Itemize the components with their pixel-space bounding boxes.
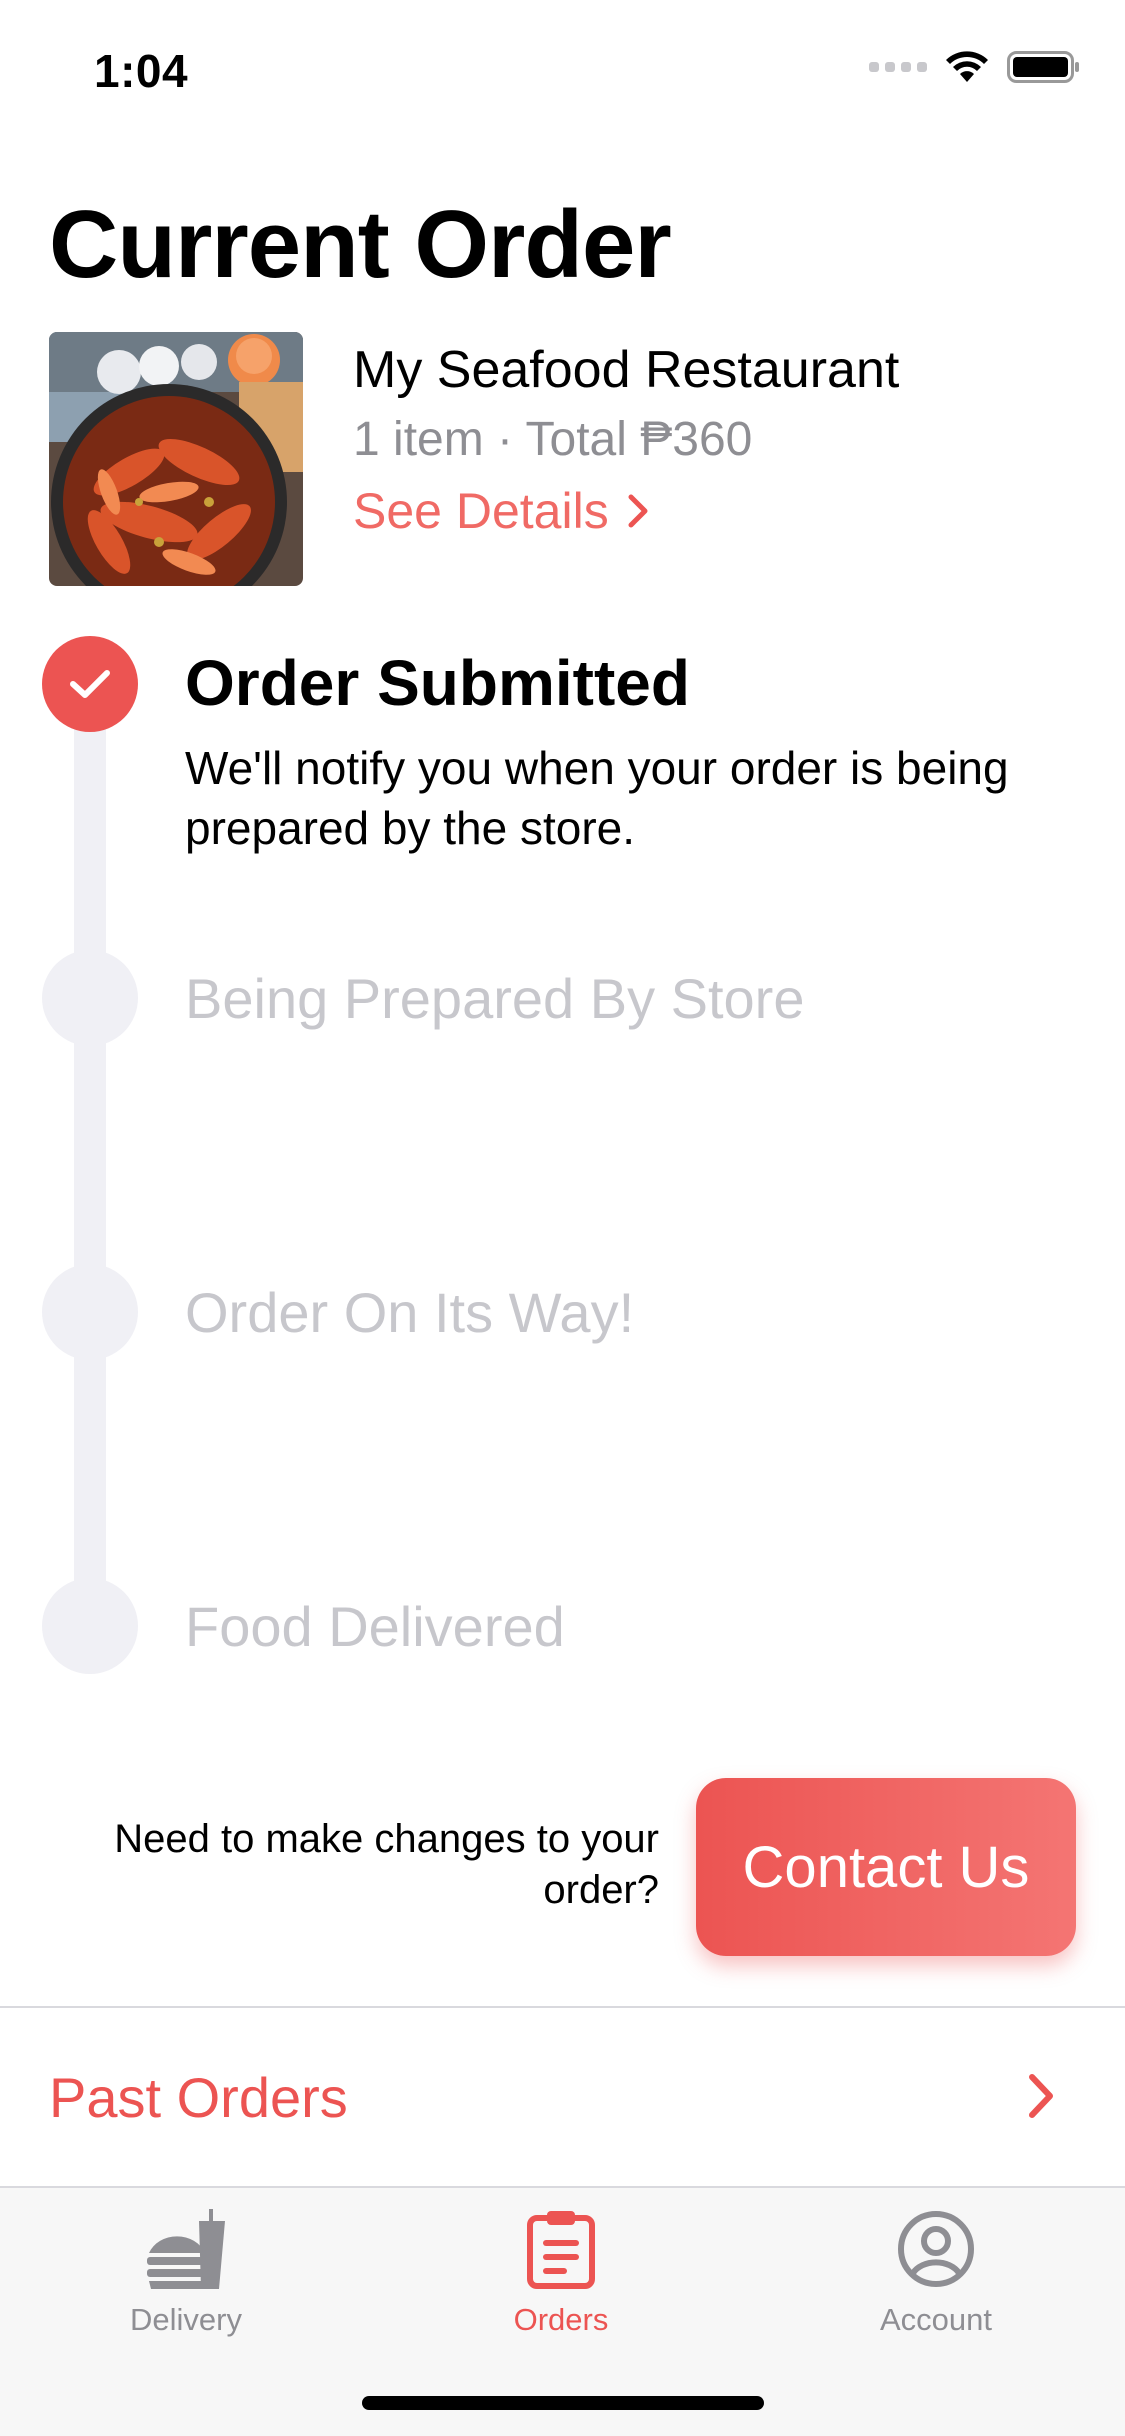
step-title-submitted: Order Submitted: [185, 647, 690, 719]
step-title-preparing: Being Prepared By Store: [185, 967, 805, 1030]
clipboard-icon: [516, 2206, 606, 2292]
see-details-label: See Details: [353, 483, 609, 539]
account-icon: [891, 2206, 981, 2292]
status-icons: [869, 50, 1081, 84]
wifi-icon: [946, 51, 988, 82]
tab-label: Account: [879, 2302, 992, 2337]
restaurant-food-image: [49, 332, 303, 586]
see-details-link[interactable]: See Details: [353, 482, 649, 540]
home-indicator[interactable]: [362, 2396, 764, 2410]
step-pending-dot: [42, 1264, 138, 1360]
page-title: Current Order: [49, 191, 672, 298]
chevron-right-icon: [628, 494, 648, 528]
status-bar: 1:04: [0, 0, 1125, 132]
tab-account[interactable]: Account: [806, 2206, 1066, 2356]
battery-icon: [1007, 51, 1079, 83]
step-title-on-the-way: Order On Its Way!: [185, 1281, 635, 1344]
step-title-delivered: Food Delivered: [185, 1595, 565, 1658]
status-time: 1:04: [94, 45, 189, 97]
changes-prompt: Need to make changes to your order?: [114, 1817, 659, 1912]
step-description: We'll notify you when your order is bein…: [185, 742, 1009, 854]
delivery-icon: [141, 2206, 231, 2292]
tab-label: Delivery: [130, 2302, 242, 2337]
order-summary: My Seafood Restaurant 1 item · Total ₱36…: [49, 332, 1079, 588]
past-orders-row[interactable]: Past Orders: [0, 2008, 1125, 2186]
timeline-track: [74, 690, 106, 1640]
step-pending-dot: [42, 950, 138, 1046]
chevron-right-icon: [1029, 2074, 1053, 2118]
step-pending-dot: [42, 1578, 138, 1674]
cellular-signal-icon: [869, 62, 927, 72]
restaurant-name: My Seafood Restaurant: [353, 341, 900, 399]
tab-orders[interactable]: Orders: [431, 2206, 691, 2356]
tab-label: Orders: [513, 2302, 609, 2337]
contact-us-button[interactable]: Contact Us: [696, 1778, 1076, 1956]
step-complete-check-icon: [42, 636, 138, 732]
order-status-timeline: Order Submitted We'll notify you when yo…: [0, 630, 1125, 1690]
order-meta: 1 item · Total ₱360: [353, 413, 753, 466]
past-orders-label: Past Orders: [49, 2065, 348, 2129]
tab-delivery[interactable]: Delivery: [56, 2206, 316, 2356]
